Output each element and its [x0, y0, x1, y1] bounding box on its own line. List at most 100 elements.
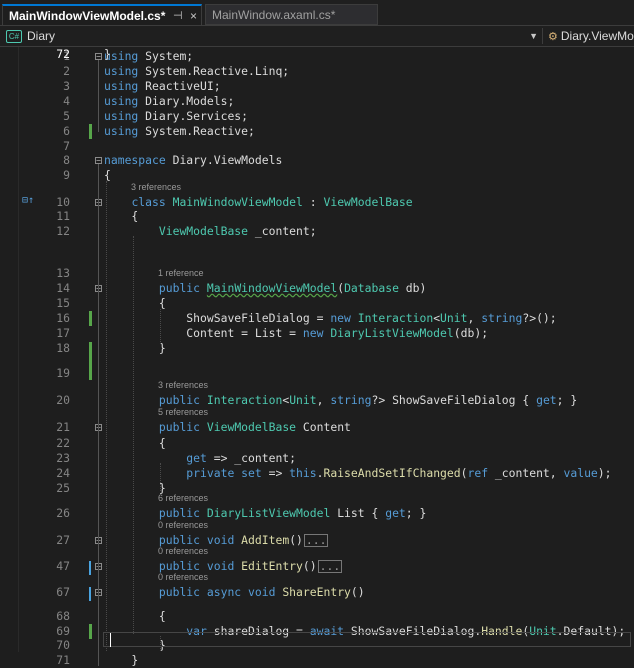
code-line: 5 using Diary.Services; [0, 109, 634, 124]
code-text: Content = List = new DiaryListViewModel(… [104, 326, 488, 341]
code-token: DiaryListViewModel [206, 506, 331, 520]
code-token: => [261, 466, 290, 480]
code-token: } [104, 341, 166, 355]
code-token: ReactiveUI; [138, 79, 221, 93]
code-line: 27+ public void AddItem()... [0, 533, 634, 548]
code-line: 9{ [0, 168, 634, 183]
code-text: ViewModelBase _content; [104, 224, 317, 239]
codelens-references[interactable]: 6 references [158, 493, 208, 504]
code-text: using System.Reactive.Linq; [104, 64, 289, 79]
code-line: 19 [0, 366, 634, 381]
code-token: Unit [440, 311, 468, 325]
csharp-project-icon: C# [6, 30, 22, 44]
collapsed-region-marker[interactable]: ... [317, 560, 343, 573]
code-editor[interactable]: 1− using System; 2 using System.Reactive.Li… [0, 47, 634, 667]
line-number: 11 [56, 209, 70, 223]
edit-marker [89, 587, 95, 601]
code-line: 21− public ViewModelBase Content [0, 420, 634, 435]
code-token: using [104, 109, 139, 123]
code-line: 25 } [0, 481, 634, 496]
line-number: 16 [56, 311, 70, 325]
code-text: } [104, 341, 166, 356]
line-number: 3 [63, 79, 70, 93]
change-marker [89, 624, 92, 639]
project-dropdown[interactable]: C# Diary ▼ [6, 28, 542, 44]
line-number: 2 [63, 64, 70, 78]
code-token: (db); [453, 326, 489, 340]
code-token: db) [398, 281, 427, 295]
code-token: _content, [488, 466, 564, 480]
line-number: 22 [56, 436, 70, 450]
code-token: using [104, 64, 139, 78]
code-token: private set [186, 466, 262, 480]
change-marker [89, 124, 92, 139]
code-line: 13 [0, 266, 634, 281]
code-token: EditEntry [241, 559, 303, 573]
pin-icon[interactable]: ⊣ [173, 6, 183, 26]
code-token: , [316, 393, 331, 407]
code-token: ; } [556, 393, 578, 407]
code-token: } [104, 653, 139, 667]
codelens-references[interactable]: 3 references [158, 380, 208, 391]
tab-mainwindow-axaml[interactable]: MainWindow.axaml.cs* [205, 4, 378, 25]
indent-guide [106, 181, 107, 651]
code-line: 7 [0, 139, 634, 154]
code-token: value [563, 466, 598, 480]
code-token: string [330, 393, 372, 407]
line-number: 27 [56, 533, 70, 547]
code-text: using Diary.Models; [104, 94, 234, 109]
code-token: public [158, 506, 207, 520]
codelens-references[interactable]: 0 references [158, 572, 208, 583]
code-token: List { [330, 506, 386, 520]
tab-title: MainWindow.axaml.cs* [212, 8, 336, 22]
code-token: ShareEntry [282, 585, 351, 599]
codelens-references[interactable]: 1 reference [158, 268, 204, 279]
line-number: 17 [56, 326, 70, 340]
line-number: 21 [56, 420, 70, 434]
code-token: public [158, 393, 207, 407]
tab-bar: MainWindowViewModel.cs* ⊣ × MainWindow.a… [0, 0, 634, 26]
codelens-references[interactable]: 5 references [158, 407, 208, 418]
code-token: Diary.ViewModels [165, 153, 283, 167]
code-line: 17 Content = List = new DiaryListViewMod… [0, 326, 634, 341]
line-number: 19 [56, 366, 70, 380]
code-token: using [104, 94, 139, 108]
code-token: ShowSaveFileDialog = [104, 311, 331, 325]
code-token: namespace [104, 153, 166, 167]
tab-mainwindowviewmodel[interactable]: MainWindowViewModel.cs* ⊣ × [2, 4, 202, 25]
code-line: 6 using System.Reactive; [0, 124, 634, 139]
code-line: 8 − namespace Diary.ViewModels [0, 153, 634, 168]
code-token: () [350, 585, 365, 599]
close-icon[interactable]: × [190, 6, 197, 26]
line-number: 47 [56, 559, 70, 573]
code-token: () [289, 533, 303, 547]
codelens-references[interactable]: 0 references [158, 520, 208, 531]
code-token: RaiseAndSetIfChanged [323, 466, 461, 480]
code-token: string [481, 311, 523, 325]
collapsed-region-marker[interactable]: ... [303, 534, 329, 547]
code-token: } [104, 47, 111, 61]
code-text: } [104, 653, 138, 668]
code-token: ViewModelBase [158, 224, 249, 238]
code-token: public [158, 420, 207, 434]
collapse-region-icon[interactable]: − [95, 157, 102, 165]
project-name: Diary [27, 29, 56, 43]
fold-guide [98, 60, 99, 132]
code-token: , [467, 311, 482, 325]
line-number: 5 [63, 109, 70, 123]
code-token: Diary.Models; [138, 94, 235, 108]
navigate-to-base-icon[interactable]: ⊟↑ [22, 195, 34, 206]
line-number: 9 [63, 168, 70, 182]
code-token: MainWindowViewModel [172, 195, 303, 209]
code-text: class MainWindowViewModel : ViewModelBas… [104, 195, 412, 210]
codelens-references[interactable]: 0 references [158, 546, 208, 557]
code-text: private set => this.RaiseAndSetIfChanged… [104, 466, 611, 481]
indent-guide [133, 236, 134, 634]
indent-guide [160, 309, 161, 344]
codelens-references[interactable]: 3 references [131, 182, 181, 193]
code-token: System.Reactive; [138, 124, 255, 138]
member-dropdown[interactable]: ⚙Diary.ViewModels [548, 28, 634, 44]
